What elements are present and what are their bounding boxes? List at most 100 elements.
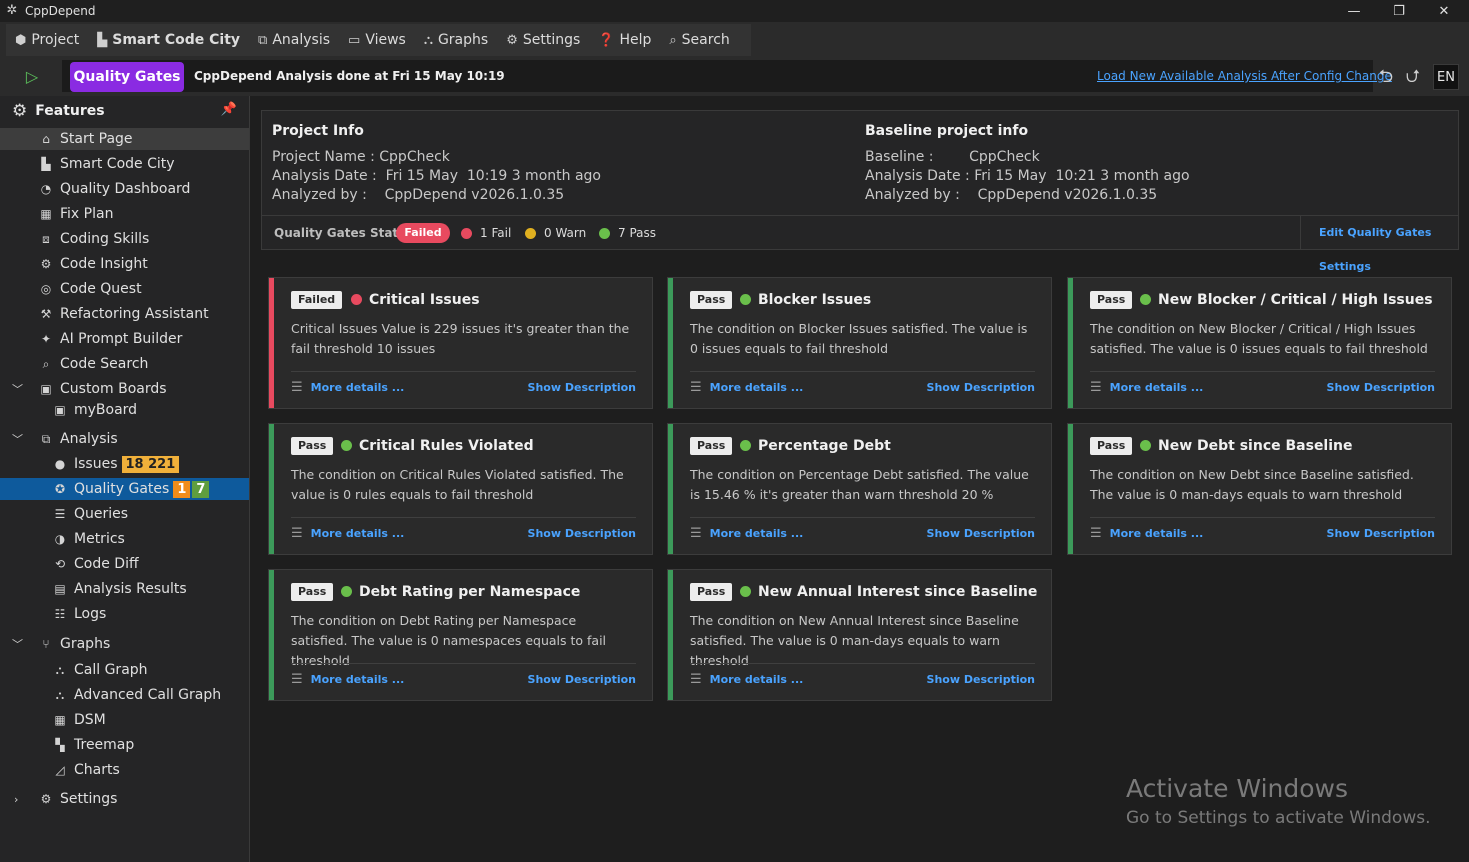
menu-settings[interactable]: ⚙ Settings xyxy=(497,24,589,56)
more-details-link[interactable]: ☰ More details ... xyxy=(1090,380,1203,395)
card-status-bar xyxy=(269,424,274,554)
menu-bar: ⬢ Project ▙ Smart Code City ⧉ Analysis ▭ Vie… xyxy=(0,22,1469,56)
warn-dot-icon xyxy=(525,227,536,239)
quality-gates-button[interactable]: Quality Gates xyxy=(70,62,184,92)
more-details-link[interactable]: ☰ More details ... xyxy=(1090,526,1203,541)
sidebar-item-advanced-call-graph[interactable]: ⛬ Advanced Call Graph xyxy=(0,684,249,706)
sidebar-item-quality-gates[interactable]: ✪ Quality Gates 1 7 xyxy=(0,478,249,500)
sidebar-item-refactoring-assistant[interactable]: ⚒ Refactoring Assistant xyxy=(0,303,249,325)
baseline-analyzed-by: Analyzed by : CppDepend v2026.1.0.35 xyxy=(865,187,1158,203)
more-details-text: More details ... xyxy=(310,381,405,394)
card-status-bar xyxy=(668,424,673,554)
more-details-link[interactable]: ☰ More details ... xyxy=(291,380,404,395)
menu-label: Smart Code City xyxy=(112,32,241,48)
project-info-panel: Project Info Project Name : CppCheck Ana… xyxy=(261,110,1459,273)
run-analysis-icon[interactable]: ▷ xyxy=(20,66,44,88)
pass-dot-icon xyxy=(599,227,610,239)
chevron-down-icon[interactable]: ﹀ xyxy=(12,381,23,397)
edit-quality-gates-settings-link[interactable]: Edit Quality Gates Settings xyxy=(1300,216,1458,273)
show-description-link[interactable]: Show Description xyxy=(927,673,1035,686)
features-gear-icon: ⚙ xyxy=(12,101,28,121)
chevron-down-icon[interactable]: ﹀ xyxy=(12,431,23,447)
forward-arrow-icon[interactable]: ⮍ xyxy=(1402,64,1424,90)
sidebar-item-queries[interactable]: ☰ Queries xyxy=(0,503,249,525)
more-details-link[interactable]: ☰ More details ... xyxy=(291,526,404,541)
card-divider xyxy=(291,663,636,664)
quality-gates-status-label: Quality Gates Status xyxy=(274,226,414,240)
sidebar-item-logs[interactable]: ☷ Logs xyxy=(0,603,249,625)
menu-graphs[interactable]: ⛬ Graphs xyxy=(415,24,497,56)
sidebar-item-code-diff[interactable]: ⟲ Code Diff xyxy=(0,553,249,575)
sidebar-item-issues[interactable]: ● Issues 18 221 xyxy=(0,453,249,475)
more-details-text: More details ... xyxy=(709,673,804,686)
menu-project[interactable]: ⬢ Project xyxy=(6,24,88,56)
sidebar-item-myboard[interactable]: ▣ myBoard xyxy=(0,399,249,421)
card-divider xyxy=(690,371,1035,372)
sidebar-item-smart-code-city[interactable]: ▙ Smart Code City xyxy=(0,153,249,175)
chevron-down-icon[interactable]: ﹀ xyxy=(12,636,23,652)
sidebar-item-quality-dashboard[interactable]: ◔ Quality Dashboard xyxy=(0,178,249,200)
sidebar-item-analysis-results[interactable]: ▤ Analysis Results xyxy=(0,578,249,600)
gear-icon: ⚙ xyxy=(40,792,52,806)
sidebar-item-fix-plan[interactable]: ▦ Fix Plan xyxy=(0,203,249,225)
card-status-tag: Pass xyxy=(690,583,733,601)
language-button[interactable]: EN xyxy=(1433,64,1459,90)
chevron-right-icon[interactable]: › xyxy=(14,793,18,806)
card-status-bar xyxy=(269,278,274,408)
sidebar-item-code-quest[interactable]: ◎ Code Quest xyxy=(0,278,249,300)
sidebar-item-call-graph[interactable]: ⛬ Call Graph xyxy=(0,659,249,681)
card-description: The condition on New Blocker / Critical … xyxy=(1090,321,1428,356)
more-details-link[interactable]: ☰ More details ... xyxy=(291,672,404,687)
menu-views[interactable]: ▭ Views xyxy=(339,24,415,56)
home-icon: ⌂ xyxy=(42,132,50,146)
restore-icon[interactable]: ❐ xyxy=(1376,0,1422,22)
call-graph-icon: ⛬ xyxy=(55,662,65,677)
show-description-link[interactable]: Show Description xyxy=(528,381,636,394)
load-new-analysis-link[interactable]: Load New Available Analysis After Config… xyxy=(1097,69,1392,83)
sidebar-item-start-page[interactable]: ⌂ Start Page xyxy=(0,128,249,150)
more-details-link[interactable]: ☰ More details ... xyxy=(690,380,803,395)
more-details-link[interactable]: ☰ More details ... xyxy=(690,526,803,541)
dashboard-icon: ◔ xyxy=(40,182,52,196)
back-arrow-icon[interactable]: ⮌ xyxy=(1375,64,1397,90)
show-description-link[interactable]: Show Description xyxy=(1327,527,1435,540)
card-title: New Debt since Baseline xyxy=(1158,438,1353,454)
menu-analysis[interactable]: ⧉ Analysis xyxy=(249,24,339,56)
menu-search[interactable]: ⌕ Search xyxy=(660,24,738,56)
sidebar-item-code-insight[interactable]: ⚙ Code Insight xyxy=(0,253,249,275)
sidebar-item-ai-prompt-builder[interactable]: ✦ AI Prompt Builder xyxy=(0,328,249,350)
sidebar-item-label: Analysis xyxy=(60,431,118,447)
show-description-link[interactable]: Show Description xyxy=(927,527,1035,540)
minimize-icon[interactable]: — xyxy=(1331,0,1377,22)
show-description-link[interactable]: Show Description xyxy=(927,381,1035,394)
sidebar-item-coding-skills[interactable]: ⧈ Coding Skills xyxy=(0,228,249,250)
card-divider xyxy=(291,517,636,518)
sidebar-item-graphs[interactable]: ﹀ ⑂ Graphs xyxy=(0,633,249,655)
sidebar-item-settings[interactable]: › ⚙ Settings xyxy=(0,788,249,810)
fail-count: 1 Fail xyxy=(461,226,511,240)
card-status-bar xyxy=(1068,424,1073,554)
menu-help[interactable]: ❓ Help xyxy=(589,24,660,56)
sidebar-item-metrics[interactable]: ◑ Metrics xyxy=(0,528,249,550)
close-icon[interactable]: ✕ xyxy=(1421,0,1467,22)
sidebar-item-treemap[interactable]: ▚ Treemap xyxy=(0,734,249,756)
analysis-icon: ⧉ xyxy=(258,32,268,48)
sidebar-item-label: Refactoring Assistant xyxy=(60,306,209,322)
show-description-link[interactable]: Show Description xyxy=(528,673,636,686)
sidebar-item-charts[interactable]: ◿ Charts xyxy=(0,759,249,781)
menu-smart-code-city[interactable]: ▙ Smart Code City xyxy=(88,24,249,56)
more-details-link[interactable]: ☰ More details ... xyxy=(690,672,803,687)
sidebar-item-code-search[interactable]: ⌕ Code Search xyxy=(0,353,249,375)
show-description-link[interactable]: Show Description xyxy=(1327,381,1435,394)
project-info-title: Project Info xyxy=(272,123,364,139)
pin-icon[interactable]: 📌 xyxy=(221,102,237,117)
sidebar-item-custom-boards[interactable]: ﹀ ▣ Custom Boards xyxy=(0,378,249,400)
sidebar-item-analysis[interactable]: ﹀ ⧉ Analysis xyxy=(0,428,249,450)
sidebar-item-dsm[interactable]: ▦ DSM xyxy=(0,709,249,731)
show-description-link[interactable]: Show Description xyxy=(528,527,636,540)
more-details-text: More details ... xyxy=(709,381,804,394)
menu-lines-icon: ☰ xyxy=(1090,526,1102,541)
card-status-tag: Pass xyxy=(291,437,334,455)
more-details-text: More details ... xyxy=(1109,381,1204,394)
logs-icon: ☷ xyxy=(54,607,66,621)
